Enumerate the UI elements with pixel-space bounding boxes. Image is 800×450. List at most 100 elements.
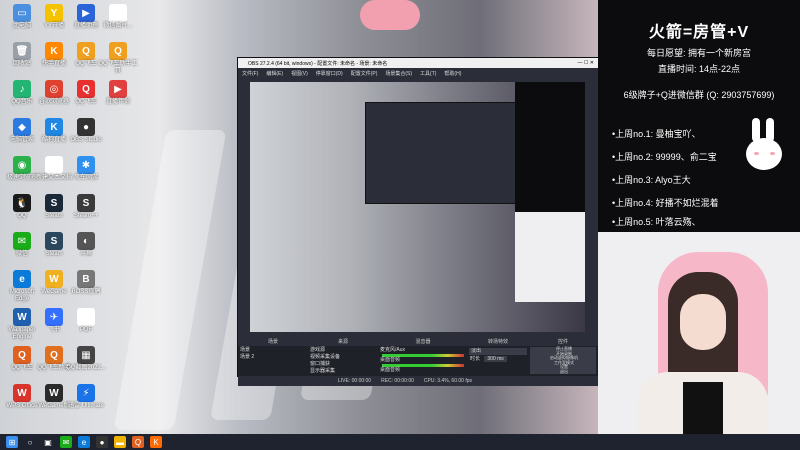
app-glyph: Q <box>82 83 90 95</box>
menu-scene-collection[interactable]: 场景集合(S) <box>385 70 412 77</box>
taskbar-taskview-icon[interactable]: ▣ <box>42 436 54 448</box>
desktop-icon[interactable]: P PDF <box>68 308 104 334</box>
taskbar-obs-icon[interactable]: ● <box>96 436 108 448</box>
app-icon: ✈ <box>45 308 63 326</box>
app-glyph: 🗑 <box>15 45 29 57</box>
app-icon: W <box>45 270 63 288</box>
app-glyph: ✉ <box>17 235 27 247</box>
taskbar-wechat-icon[interactable]: ✉ <box>60 436 72 448</box>
app-glyph: Q <box>50 349 58 361</box>
app-glyph: ◆ <box>18 121 26 133</box>
source-item[interactable]: 窗口捕获 <box>308 361 378 368</box>
app-icon: P <box>77 308 95 326</box>
menu-help[interactable]: 帮助(H) <box>444 70 461 77</box>
app-icon: W <box>45 384 63 402</box>
app-icon: ▦ <box>109 4 127 22</box>
obs-window[interactable]: OBS 27.2.4 (64 bit, windows) - 配置文件: 未命名… <box>237 57 599 386</box>
stream-overlay-panel: 火箭=房管+V 每日愿望: 拥有一个新房宫 直播时间: 14点-22点 6级牌子… <box>598 0 800 232</box>
desktop-icon[interactable]: ✱ 风车网游 <box>68 156 104 182</box>
app-icon: ▭ <box>13 4 31 22</box>
app-icon: ▤ <box>45 156 63 174</box>
sources-list: 游戏源 视频采集设备 窗口捕获 显示器采集 <box>308 347 378 375</box>
desktop-icon[interactable]: S Steam++ <box>68 194 104 220</box>
obs-title: OBS 27.2.4 (64 bit, windows) - 配置文件: 未命名… <box>248 60 388 67</box>
desktop-icon[interactable]: ◐ 斗鱼 <box>68 232 104 258</box>
app-glyph: S <box>50 235 58 247</box>
rec-status: REC: 00:00:00 <box>381 378 414 384</box>
rank-5: •上周no.5: 叶落云殇、 <box>612 217 701 227</box>
obs-titlebar[interactable]: OBS 27.2.4 (64 bit, windows) - 配置文件: 未命名… <box>238 58 598 68</box>
taskbar-search-icon[interactable]: ○ <box>24 436 36 448</box>
desktop-icon[interactable]: ▶ 直播伴侣 <box>100 80 136 106</box>
desktop-icon[interactable]: ▦ 微信图片... <box>100 4 136 30</box>
desktop-icon[interactable]: ● OBS Studio <box>68 118 104 144</box>
rank-4: •上周no.4: 好播不如烂混着 <box>612 198 719 208</box>
app-glyph: e <box>19 273 25 285</box>
desktop-icon-label: BOSS直聘 <box>71 289 101 295</box>
desktop-icon[interactable]: ⚡ 迅雷 Ultimate <box>68 384 104 410</box>
obs-docks: 场景 来源 混音器 转场特效 控件 场景 场景 2 游戏源 视频采集设备 窗口捕… <box>238 338 598 376</box>
source-item[interactable]: 游戏源 <box>308 347 378 354</box>
app-glyph: W <box>17 387 27 399</box>
menu-file[interactable]: 文件(F) <box>242 70 258 77</box>
menu-profile[interactable]: 配置文件(P) <box>351 70 378 77</box>
exit-button[interactable]: 退出 <box>530 369 596 374</box>
desktop-icon-label: 风车网游 <box>73 175 98 181</box>
transition-select[interactable]: 淡出 <box>469 348 527 355</box>
taskbar-qqspeed-icon[interactable]: Q <box>132 436 144 448</box>
app-icon: e <box>13 270 31 288</box>
desktop-icon[interactable]: ▦ QQ截图2022... <box>66 346 106 372</box>
menu-tools[interactable]: 工具(T) <box>420 70 436 77</box>
taskbar-kuaishou-icon[interactable]: K <box>150 436 162 448</box>
desktop-icon-label: Steam++ <box>73 213 99 219</box>
app-icon: S <box>45 232 63 250</box>
transitions-header: 转场特效 <box>468 338 528 346</box>
desktop-icon-label: QQ截图2022... <box>66 365 106 371</box>
desktop-icon[interactable]: e Microsoft Edge <box>4 270 40 303</box>
app-glyph: ◐ <box>82 235 90 247</box>
preview-nested-obs <box>365 102 527 204</box>
app-glyph: Q <box>18 349 26 361</box>
app-glyph: ▶ <box>114 83 122 95</box>
scene-item[interactable]: 场景 2 <box>238 354 308 361</box>
app-glyph: ⚡ <box>82 387 90 399</box>
desktop-icon[interactable]: Q QQ飞车助手工具 <box>98 42 138 75</box>
desktop-icon[interactable]: W Wallpaper Engine <box>4 308 40 341</box>
app-glyph: ◉ <box>17 159 27 171</box>
mixer-channel[interactable]: 麦克风/Aux <box>378 347 468 354</box>
obs-preview[interactable] <box>250 82 585 332</box>
scene-item[interactable]: 场景 <box>238 347 308 354</box>
desktop-icon[interactable]: B BOSS直聘 <box>68 270 104 296</box>
wallpaper-chair-shape <box>113 130 227 430</box>
overlay-live-time: 直播时间: 14点-22点 <box>657 64 741 74</box>
taskbar: ⊞ ○ ▣ ✉ e ● ▬ Q K <box>0 434 800 450</box>
app-icon: Q <box>77 80 95 98</box>
taskbar-edge-icon[interactable]: e <box>78 436 90 448</box>
rank-3: •上周no.3: Alyo王大 <box>612 175 691 185</box>
taskbar-start-icon[interactable]: ⊞ <box>6 436 18 448</box>
rank-1: •上周no.1: 曼柚宝吖、 <box>612 129 701 139</box>
app-glyph: K <box>50 45 58 57</box>
menu-view[interactable]: 视图(V) <box>291 70 308 77</box>
live-status: LIVE: 00:00:00 <box>338 378 372 384</box>
duration-input[interactable]: 300 ms <box>484 356 507 362</box>
app-icon: ◐ <box>77 232 95 250</box>
bunny-sticker-icon <box>746 118 786 178</box>
app-icon: ● <box>77 118 95 136</box>
app-glyph: ♪ <box>19 83 25 95</box>
desktop-icon-label: 微信图片... <box>103 23 133 29</box>
source-item[interactable]: 视频采集设备 <box>308 354 378 361</box>
window-controls[interactable]: — ☐ ✕ <box>578 60 594 66</box>
taskbar-explorer-icon[interactable]: ▬ <box>114 436 126 448</box>
menu-docks[interactable]: 停靠窗口(D) <box>316 70 343 77</box>
mixer-channel[interactable]: 桌面音频 <box>378 367 468 374</box>
source-item[interactable]: 显示器采集 <box>308 368 378 375</box>
app-glyph: ▶ <box>82 7 90 19</box>
transitions-panel: 淡出 时长 300 ms <box>468 347 528 363</box>
mixer-channel[interactable]: 桌面音频 <box>378 357 468 364</box>
app-icon: 🐧 <box>13 194 31 212</box>
menu-edit[interactable]: 编辑(E) <box>266 70 283 77</box>
app-icon: 🗑 <box>13 42 31 60</box>
rank-2: •上周no.2: 99999、俞二宝 <box>612 152 717 162</box>
obs-menubar: 文件(F) 编辑(E) 视图(V) 停靠窗口(D) 配置文件(P) 场景集合(S… <box>238 68 598 78</box>
